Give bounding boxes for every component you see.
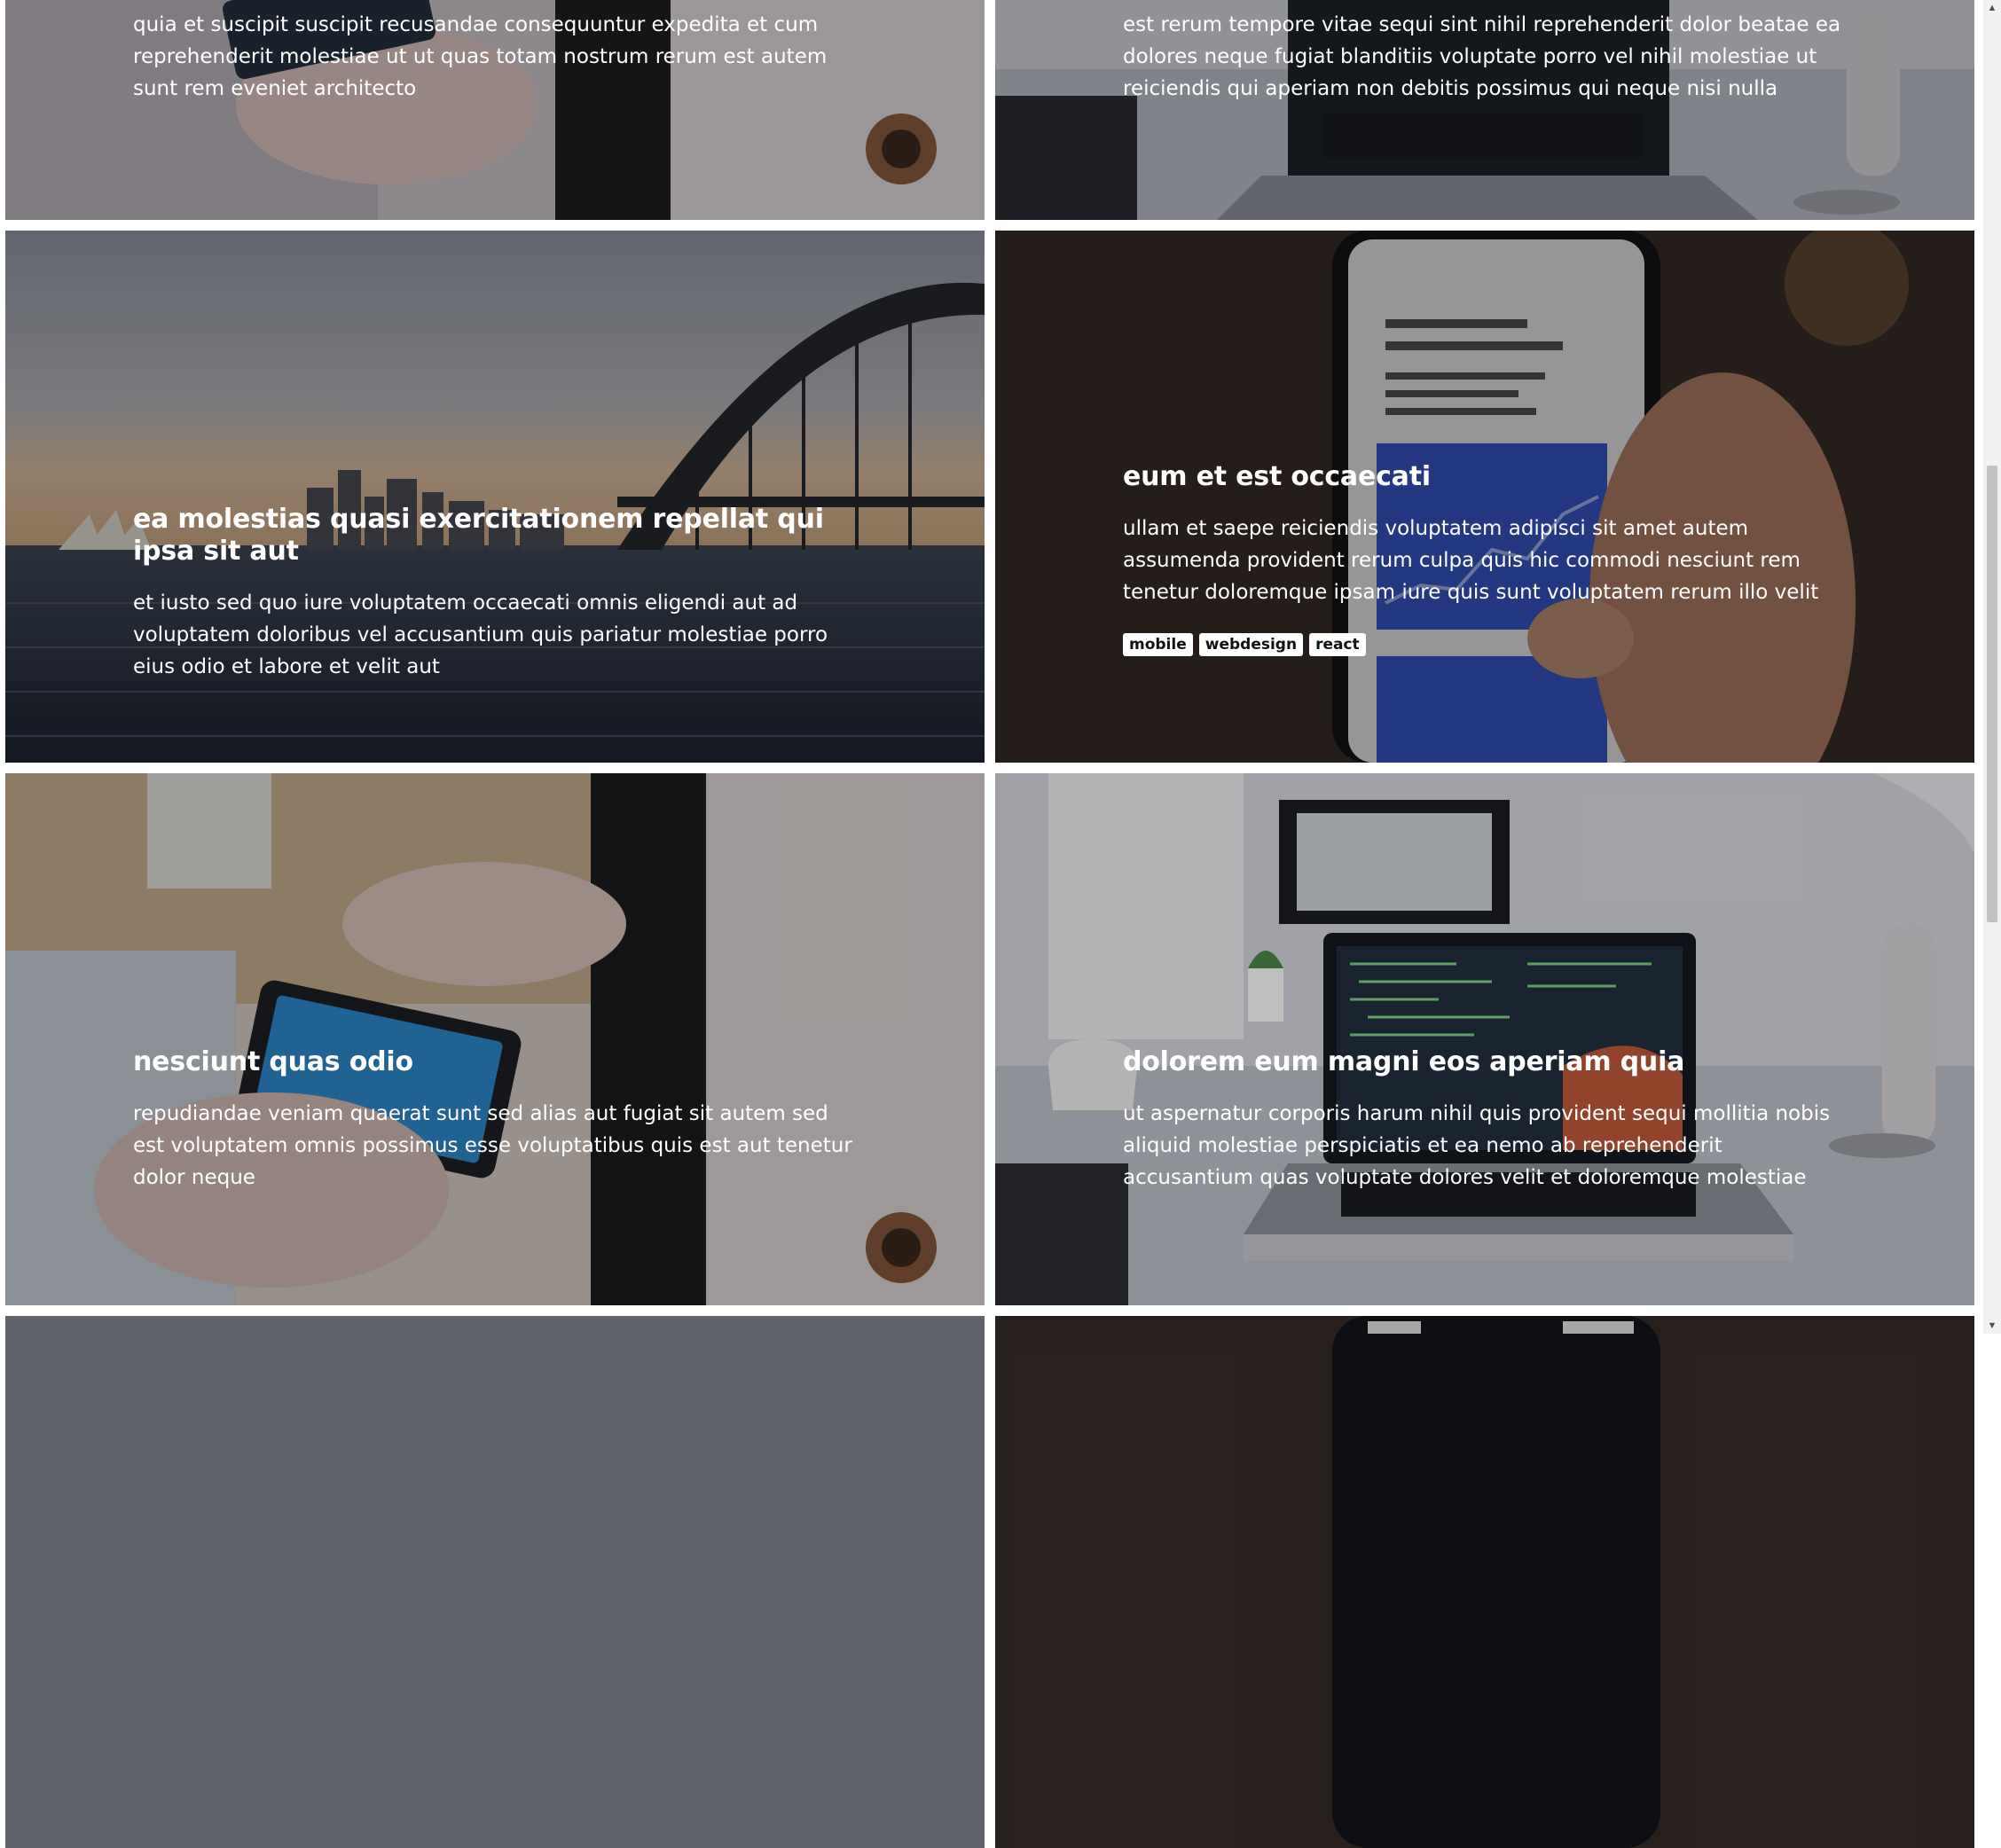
post-body: ut aspernatur corporis harum nihil quis … [1123, 1102, 1831, 1189]
post-grid: quia et suscipit suscipit recusandae con… [0, 0, 1983, 1848]
tag-list: mobile webdesign react [1123, 633, 1847, 656]
post-title[interactable]: dolorem eum magni eos aperiam quia [1123, 1046, 1847, 1078]
scroll-down-arrow-icon[interactable]: ▼ [1983, 1318, 2001, 1334]
post-card[interactable]: nesciunt quas odio repudiandae veniam qu… [5, 773, 985, 1305]
post-card[interactable]: est rerum tempore vitae sequi sint nihil… [995, 0, 1974, 220]
post-title[interactable]: ea molestias quasi exercitationem repell… [133, 504, 857, 568]
post-body: ullam et saepe reiciendis voluptatem adi… [1123, 517, 1819, 604]
tag-badge[interactable]: react [1309, 633, 1366, 656]
post-card[interactable] [5, 1316, 985, 1848]
post-body: est rerum tempore vitae sequi sint nihil… [1123, 13, 1841, 100]
post-card[interactable] [995, 1316, 1974, 1848]
post-card[interactable]: quia et suscipit suscipit recusandae con… [5, 0, 985, 220]
post-body: quia et suscipit suscipit recusandae con… [133, 13, 828, 100]
post-card[interactable]: eum et est occaecati ullam et saepe reic… [995, 231, 1974, 763]
tag-badge[interactable]: webdesign [1198, 633, 1304, 656]
tag-badge[interactable]: mobile [1123, 633, 1193, 656]
post-card[interactable]: ea molestias quasi exercitationem repell… [5, 231, 985, 763]
post-body: repudiandae veniam quaerat sunt sed alia… [133, 1102, 852, 1189]
page-scrollbar[interactable]: ▲ ▼ [1983, 0, 2001, 1334]
scrollbar-thumb[interactable] [1987, 466, 1997, 922]
post-body: et iusto sed quo iure voluptatem occaeca… [133, 591, 828, 678]
post-title[interactable]: eum et est occaecati [1123, 461, 1847, 493]
post-card[interactable]: dolorem eum magni eos aperiam quia ut as… [995, 773, 1974, 1305]
post-title[interactable]: nesciunt quas odio [133, 1046, 857, 1078]
scroll-up-arrow-icon[interactable]: ▲ [1983, 0, 2001, 16]
